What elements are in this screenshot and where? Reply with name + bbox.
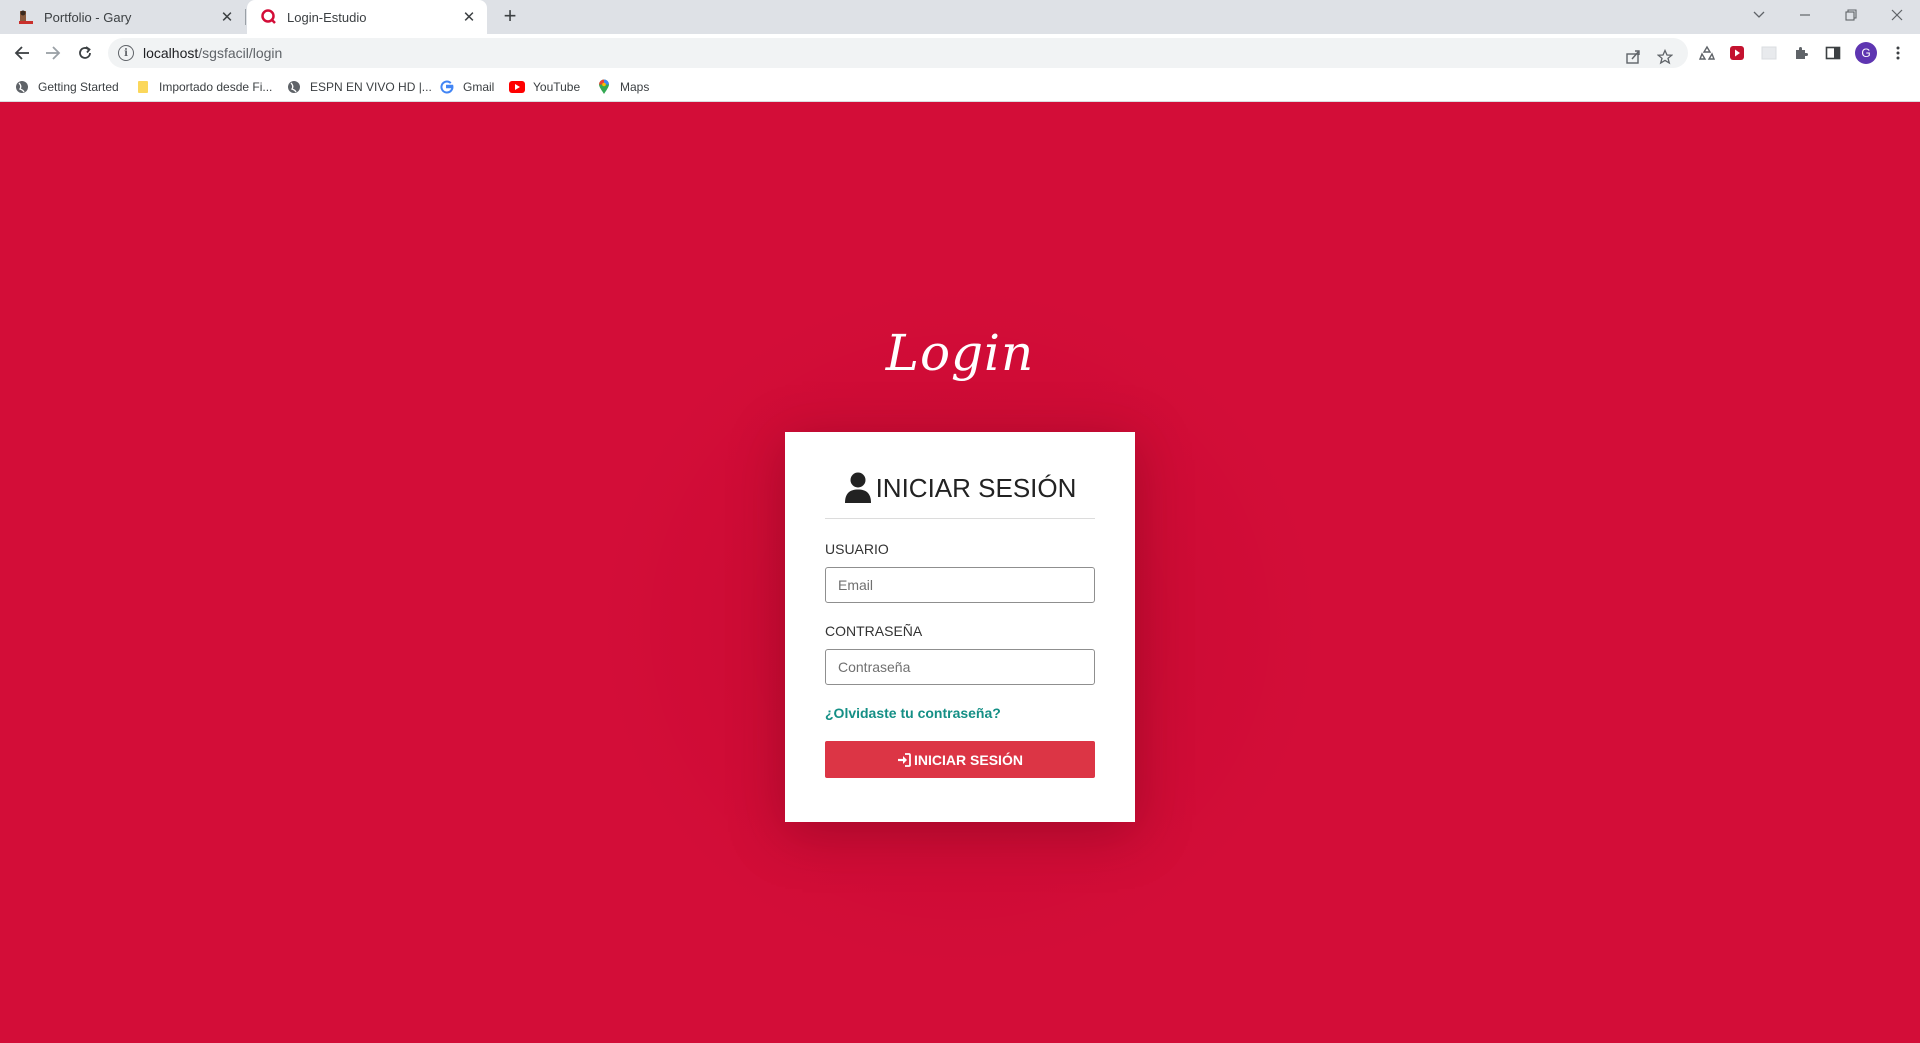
login-button-label: INICIAR SESIÓN <box>914 751 1023 768</box>
reload-icon[interactable] <box>71 39 99 67</box>
bookmark-label: Gmail <box>463 80 495 94</box>
login-card: INICIAR SESIÓN USUARIO CONTRASEÑA ¿Olvid… <box>785 432 1135 822</box>
login-page: Login INICIAR SESIÓN USUARIO CONTRASEÑA … <box>0 102 1920 1043</box>
tab-strip: Portfolio - Gary ✕ Login-Estudio ✕ + <box>0 0 1920 34</box>
login-favicon-icon <box>261 9 276 24</box>
address-bar[interactable]: i localhost/sgsfacil/login <box>108 38 1688 68</box>
chrome-menu-icon[interactable] <box>1888 43 1908 63</box>
globe-icon <box>286 79 302 95</box>
bookmark-espn[interactable]: ESPN EN VIVO HD |... <box>286 78 432 96</box>
bookmark-importado[interactable]: Importado desde Fi... <box>135 78 272 96</box>
close-window-icon[interactable] <box>1874 0 1920 30</box>
email-field[interactable] <box>825 567 1095 603</box>
tab-title: Login-Estudio <box>287 9 367 25</box>
google-icon <box>439 79 455 95</box>
close-tab-icon[interactable]: ✕ <box>461 9 477 26</box>
bookmark-label: ESPN EN VIVO HD |... <box>310 80 432 94</box>
bookmark-getting-started[interactable]: Getting Started <box>14 78 119 96</box>
login-button[interactable]: INICIAR SESIÓN <box>825 741 1095 778</box>
url-text: localhost/sgsfacil/login <box>143 45 282 61</box>
url-path: /sgsfacil/login <box>198 45 283 61</box>
bookmark-label: YouTube <box>533 80 581 94</box>
folder-icon <box>135 79 151 95</box>
side-panel-icon[interactable] <box>1823 43 1843 63</box>
new-tab-button[interactable]: + <box>499 5 521 28</box>
restore-icon[interactable] <box>1828 0 1874 30</box>
forward-icon[interactable] <box>39 39 67 67</box>
bookmark-youtube[interactable]: YouTube <box>509 78 580 96</box>
browser-toolbar: i localhost/sgsfacil/login G <box>0 34 1920 72</box>
page-heading: Login <box>885 324 1035 382</box>
bookmark-maps[interactable]: Maps <box>596 78 649 96</box>
card-title-text: INICIAR SESIÓN <box>875 472 1077 503</box>
back-icon[interactable] <box>8 39 36 67</box>
recycle-extension-icon[interactable] <box>1697 43 1717 63</box>
bookmark-label: Importado desde Fi... <box>159 80 273 94</box>
bookmark-label: Maps <box>620 80 650 94</box>
url-host: localhost <box>143 45 199 61</box>
forgot-password-link[interactable]: ¿Olvidaste tu contraseña? <box>825 705 1095 721</box>
blank-extension-icon[interactable] <box>1759 43 1779 63</box>
profile-avatar[interactable]: G <box>1855 42 1877 64</box>
tab-search-chevron-icon[interactable] <box>1736 0 1782 30</box>
tab-login[interactable]: Login-Estudio ✕ <box>247 0 487 34</box>
tab-separator <box>245 9 246 25</box>
media-extension-icon[interactable] <box>1727 43 1747 63</box>
minimize-icon[interactable] <box>1782 0 1828 30</box>
sign-in-icon <box>898 752 911 767</box>
bookmarks-bar: Getting Started Importado desde Fi... ES… <box>0 72 1920 102</box>
title-divider <box>825 518 1095 519</box>
password-label: CONTRASEÑA <box>825 623 923 639</box>
youtube-icon <box>509 79 525 95</box>
tab-portfolio[interactable]: Portfolio - Gary ✕ <box>0 0 245 34</box>
tab-title: Portfolio - Gary <box>44 9 132 25</box>
site-info-icon[interactable]: i <box>118 45 134 61</box>
bookmark-star-icon[interactable] <box>1656 48 1674 66</box>
username-label: USUARIO <box>825 541 889 557</box>
share-icon[interactable] <box>1624 48 1642 66</box>
bookmark-gmail[interactable]: Gmail <box>439 78 494 96</box>
password-field[interactable] <box>825 649 1095 685</box>
globe-icon <box>14 79 30 95</box>
bookmark-label: Getting Started <box>38 80 119 94</box>
user-icon <box>844 472 871 503</box>
maps-icon <box>596 79 612 95</box>
extensions-puzzle-icon[interactable] <box>1791 43 1811 63</box>
portfolio-favicon-icon <box>19 10 33 24</box>
close-tab-icon[interactable]: ✕ <box>219 9 235 26</box>
card-title: INICIAR SESIÓN <box>825 468 1095 508</box>
